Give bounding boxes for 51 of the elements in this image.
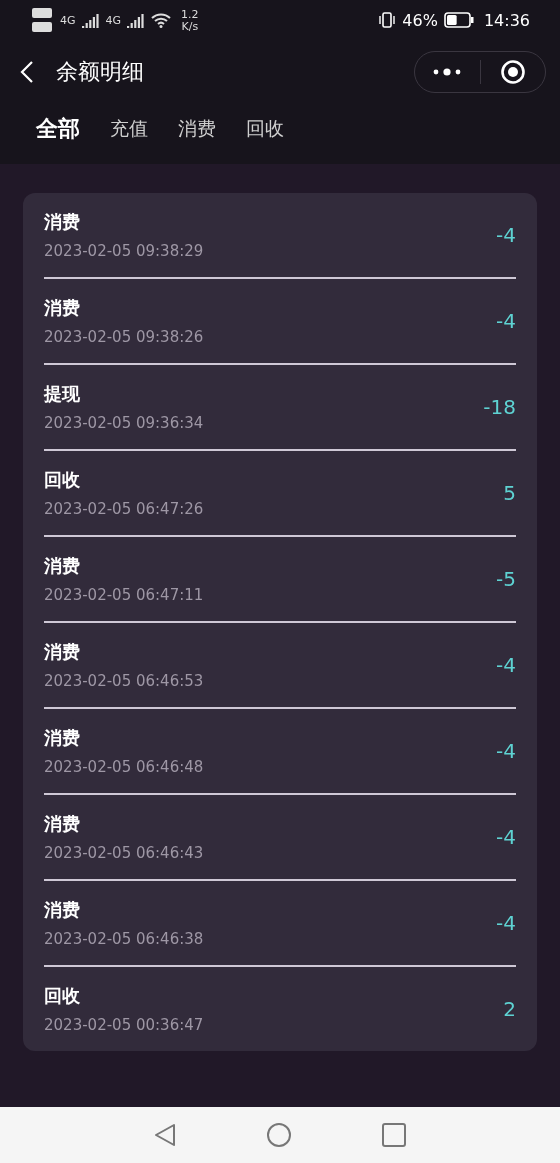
record-type: 消费 xyxy=(44,898,81,922)
record-amount: -18 xyxy=(483,395,516,419)
record-type: 回收 xyxy=(44,984,81,1008)
record-amount: -4 xyxy=(496,653,516,677)
record-type: 回收 xyxy=(44,468,81,492)
sim-icon xyxy=(32,7,54,33)
network-type: 4G xyxy=(60,14,76,26)
record-time: 2023-02-05 00:36:47 xyxy=(44,1016,205,1034)
record-time: 2023-02-05 09:36:34 xyxy=(44,414,205,432)
record-type: 消费 xyxy=(44,726,81,750)
record-time: 2023-02-05 06:46:53 xyxy=(44,672,205,690)
record-amount: 5 xyxy=(503,481,516,505)
record-time: 2023-02-05 06:46:38 xyxy=(44,930,205,948)
record-time: 2023-02-05 06:46:43 xyxy=(44,844,205,862)
record-type: 消费 xyxy=(44,554,81,578)
filter-tab[interactable]: 充值 xyxy=(110,114,148,144)
filter-tab[interactable]: 回收 xyxy=(246,114,284,144)
filter-tab[interactable]: 全部 xyxy=(36,114,80,144)
record-type: 消费 xyxy=(44,812,81,836)
signal-icon xyxy=(127,12,146,28)
record-time: 2023-02-05 06:46:48 xyxy=(44,758,205,776)
record-time: 2023-02-05 06:47:26 xyxy=(44,500,205,518)
record-amount: -4 xyxy=(496,911,516,935)
signal-icon xyxy=(81,12,100,28)
record-time: 2023-02-05 09:38:26 xyxy=(44,328,205,346)
page-title: 余额明细 xyxy=(56,58,145,86)
network-speed: 1.2 xyxy=(181,8,199,20)
battery-icon xyxy=(443,12,474,28)
record-type: 消费 xyxy=(44,296,81,320)
record-amount: -4 xyxy=(496,739,516,763)
record-time: 2023-02-05 06:47:11 xyxy=(44,586,205,604)
record-type: 消费 xyxy=(44,210,81,234)
network-unit: K/s xyxy=(181,20,199,32)
wifi-icon xyxy=(151,12,172,28)
recents-icon[interactable] xyxy=(382,1123,406,1147)
close-icon[interactable] xyxy=(499,59,526,85)
record-amount: 2 xyxy=(503,997,516,1021)
record-amount: -4 xyxy=(496,309,516,333)
more-icon[interactable] xyxy=(433,68,462,76)
record-amount: -5 xyxy=(496,567,516,591)
battery-percent: 46% xyxy=(402,10,438,30)
record-type: 消费 xyxy=(44,640,81,664)
vibrate-icon xyxy=(378,11,397,29)
network-type: 4G xyxy=(105,14,122,26)
clock: 14:36 xyxy=(483,10,530,30)
record-type: 提现 xyxy=(44,382,81,406)
record-amount: -4 xyxy=(496,223,516,247)
filter-tab[interactable]: 消费 xyxy=(178,114,216,144)
record-time: 2023-02-05 09:38:29 xyxy=(44,242,205,260)
record-amount: -4 xyxy=(496,825,516,849)
home-icon[interactable] xyxy=(266,1122,292,1148)
